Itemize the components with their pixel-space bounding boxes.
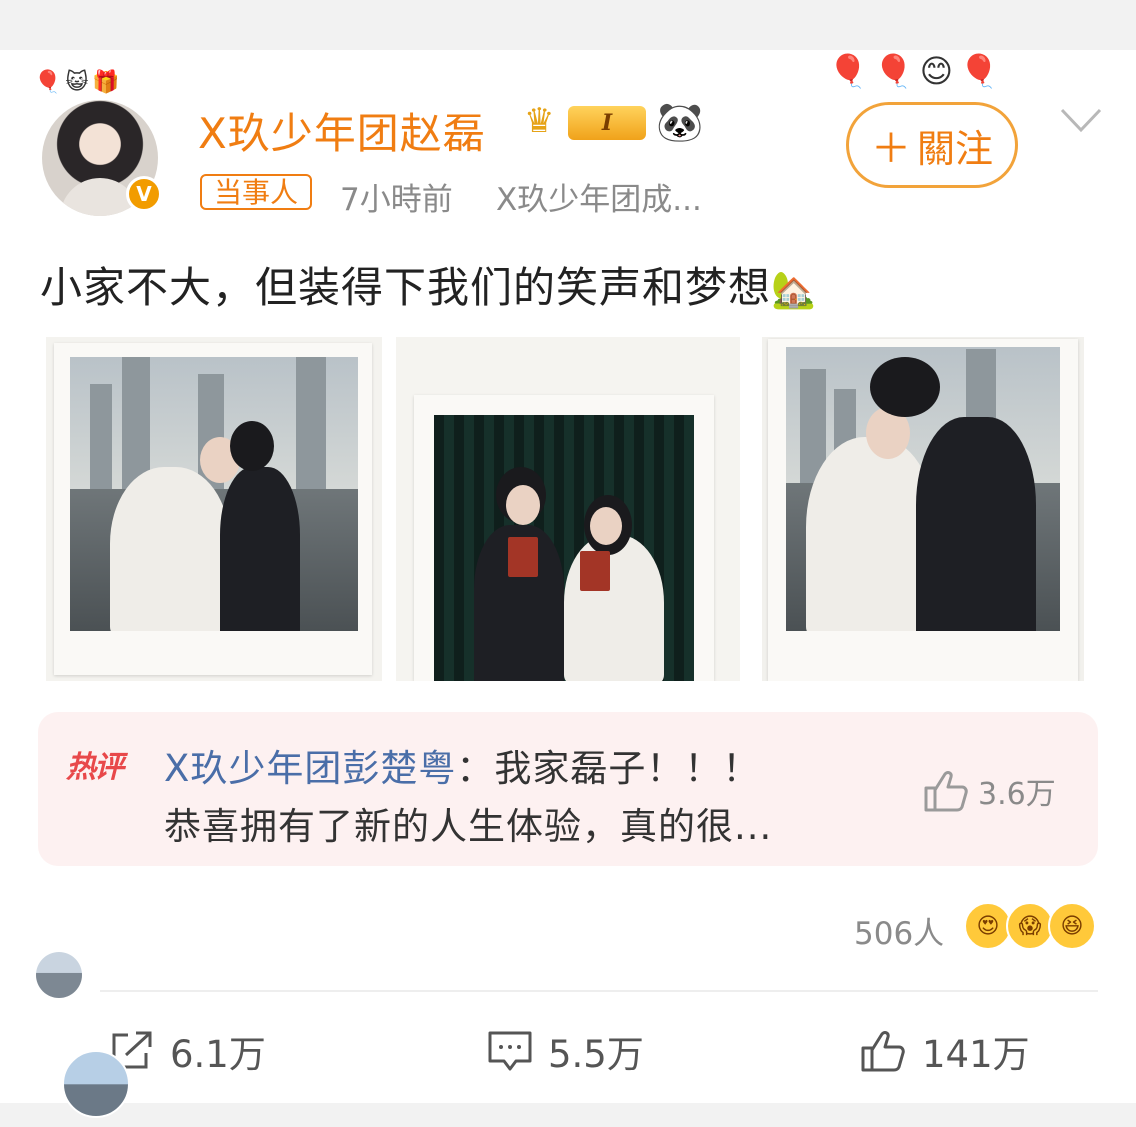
laughing-emoji-icon: 😆 [1048,902,1096,950]
like-count: 141万 [922,1033,1030,1076]
share-count: 6.1万 [170,1033,266,1076]
thumbs-up-icon [924,771,968,812]
post-text-content: 小家不大，但装得下我们的笑声和梦想 [40,263,772,312]
hot-comment-text: 我家磊子！！！ [494,747,761,790]
author-name[interactable]: X玖少年团赵磊 [198,100,486,161]
polaroid-frame [54,343,372,675]
post-source[interactable]: X玖少年团成... [496,174,746,219]
share-button[interactable]: 6.1万 [108,1024,266,1078]
follow-label: 關注 [916,126,993,171]
reaction-emoji-group[interactable]: 😍 😱 😆 [964,902,1098,952]
floating-avatar-small[interactable] [36,952,82,998]
chevron-down-icon[interactable] [1058,104,1104,136]
crown-icon: ♛ [524,101,555,141]
like-button[interactable]: 141万 [858,1024,1030,1078]
panda-icon: 🐼 [656,100,704,144]
hot-comment-author[interactable]: X玖少年团彭楚粤 [164,747,456,790]
plus-icon: ＋ [870,126,911,172]
comment-icon [488,1031,532,1071]
party-tag: 当事人 [200,174,313,210]
top-gap [0,0,1136,50]
hot-comment-badge: 热评 [66,750,124,785]
shocked-emoji-icon: 😱 [1006,902,1054,950]
hot-comment-like-count: 3.6万 [978,777,1056,812]
bottom-gap [0,1103,1136,1127]
polaroid-frame [414,395,714,681]
verified-icon: V [126,176,162,212]
house-icon: 🏡 [771,270,817,311]
author-avatar-wrap[interactable]: 🎈😺🎁 V [34,70,162,216]
post-time: 7小時前 [340,182,453,218]
polaroid-frame [768,339,1078,681]
post-image-3[interactable] [762,337,1084,681]
level-badge: I [568,106,646,140]
thumbs-up-icon [861,1031,905,1072]
hot-comment-separator: ： [456,747,495,790]
post-text: 小家不大，但装得下我们的笑声和梦想🏡 [40,254,817,315]
follow-button[interactable]: ＋ 關注 [846,102,1018,188]
comment-count: 5.5万 [548,1033,644,1076]
divider [100,990,1098,992]
floating-avatar[interactable] [62,1050,130,1118]
hot-comment-line2: 恭喜拥有了新的人生体验，真的很... [164,805,773,848]
hot-comment-like-button[interactable]: 3.6万 [922,768,1056,814]
post-image-2[interactable] [396,337,740,681]
heart-eyes-emoji-icon: 😍 [964,902,1012,950]
hot-comment-line1: X玖少年团彭楚粤：我家磊子！！！ [164,738,760,792]
hot-comment-card[interactable]: 热评 X玖少年团彭楚粤：我家磊子！！！ 恭喜拥有了新的人生体验，真的很... 3… [38,712,1098,866]
comment-button[interactable]: 5.5万 [486,1024,644,1078]
reaction-count[interactable]: 506人 [854,908,944,953]
post-image-1[interactable] [46,337,382,681]
